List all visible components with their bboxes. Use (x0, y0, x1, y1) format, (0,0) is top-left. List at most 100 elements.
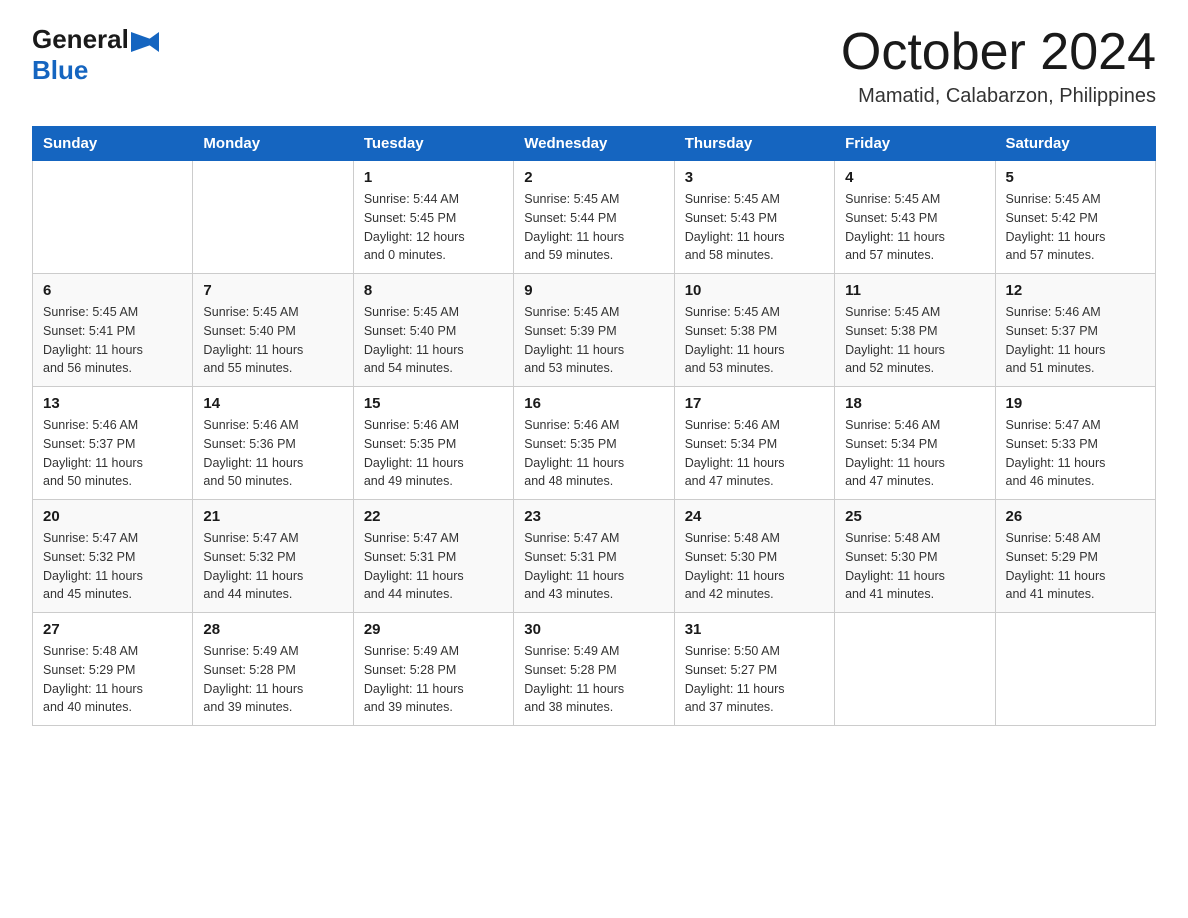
calendar-cell: 7Sunrise: 5:45 AM Sunset: 5:40 PM Daylig… (193, 274, 353, 387)
day-number: 11 (845, 282, 984, 299)
day-info: Sunrise: 5:47 AM Sunset: 5:32 PM Dayligh… (43, 529, 182, 604)
day-number: 1 (364, 169, 503, 186)
calendar-cell: 22 Sunrise: 5:47 AM Sunset: 5:31 PM Dayli… (353, 500, 513, 613)
day-info: Sunrise: 5:45 AM Sunset: 5:38 PM Dayligh… (845, 303, 984, 378)
day-info: Sunrise: 5:46 AM Sunset: 5:34 PM Dayligh… (685, 416, 824, 491)
logo-blue-text: Blue (32, 55, 88, 85)
calendar-cell: 16Sunrise: 5:46 AM Sunset: 5:35 PM Dayli… (514, 387, 674, 500)
calendar-cell (995, 613, 1155, 726)
calendar-cell (193, 161, 353, 274)
location-subtitle: Mamatid, Calabarzon, Philippines (841, 85, 1156, 108)
day-number: 29 (364, 621, 503, 638)
calendar-cell: 17 Sunrise: 5:46 AM Sunset: 5:34 PM Dayli… (674, 387, 834, 500)
calendar-cell: 8 Sunrise: 5:45 AM Sunset: 5:40 PM Daylig… (353, 274, 513, 387)
calendar-cell: 23Sunrise: 5:47 AM Sunset: 5:31 PM Dayli… (514, 500, 674, 613)
day-number: 15 (364, 395, 503, 412)
calendar-cell: 2 Sunrise: 5:45 AM Sunset: 5:44 PM Daylig… (514, 161, 674, 274)
calendar-week-row: 13 Sunrise: 5:46 AM Sunset: 5:37 PM Dayli… (33, 387, 1156, 500)
column-header-wednesday: Wednesday (514, 127, 674, 161)
day-info: Sunrise: 5:49 AM Sunset: 5:28 PM Dayligh… (524, 642, 663, 717)
day-number: 23 (524, 508, 663, 525)
day-info: Sunrise: 5:45 AM Sunset: 5:38 PM Dayligh… (685, 303, 824, 378)
day-number: 31 (685, 621, 824, 638)
day-info: Sunrise: 5:47 AM Sunset: 5:31 PM Dayligh… (364, 529, 503, 604)
day-info: Sunrise: 5:46 AM Sunset: 5:36 PM Dayligh… (203, 416, 342, 491)
day-number: 12 (1006, 282, 1145, 299)
logo-general-text: General (32, 24, 129, 55)
calendar-cell: 27 Sunrise: 5:48 AM Sunset: 5:29 PM Dayli… (33, 613, 193, 726)
calendar-header-row: SundayMondayTuesdayWednesdayThursdayFrid… (33, 127, 1156, 161)
day-number: 10 (685, 282, 824, 299)
day-info: Sunrise: 5:45 AM Sunset: 5:40 PM Dayligh… (203, 303, 342, 378)
day-number: 2 (524, 169, 663, 186)
day-number: 26 (1006, 508, 1145, 525)
title-block: October 2024 Mamatid, Calabarzon, Philip… (841, 24, 1156, 108)
calendar-week-row: 20 Sunrise: 5:47 AM Sunset: 5:32 PM Dayli… (33, 500, 1156, 613)
calendar-table: SundayMondayTuesdayWednesdayThursdayFrid… (32, 126, 1156, 726)
calendar-cell: 19 Sunrise: 5:47 AM Sunset: 5:33 PM Dayli… (995, 387, 1155, 500)
calendar-week-row: 1 Sunrise: 5:44 AM Sunset: 5:45 PM Daylig… (33, 161, 1156, 274)
month-title: October 2024 (841, 24, 1156, 81)
calendar-cell (33, 161, 193, 274)
day-info: Sunrise: 5:48 AM Sunset: 5:29 PM Dayligh… (1006, 529, 1145, 604)
day-info: Sunrise: 5:45 AM Sunset: 5:39 PM Dayligh… (524, 303, 663, 378)
day-info: Sunrise: 5:46 AM Sunset: 5:34 PM Dayligh… (845, 416, 984, 491)
day-number: 22 (364, 508, 503, 525)
calendar-cell: 12 Sunrise: 5:46 AM Sunset: 5:37 PM Dayli… (995, 274, 1155, 387)
day-number: 21 (203, 508, 342, 525)
day-number: 5 (1006, 169, 1145, 186)
column-header-saturday: Saturday (995, 127, 1155, 161)
calendar-cell: 28 Sunrise: 5:49 AM Sunset: 5:28 PM Dayli… (193, 613, 353, 726)
calendar-cell: 31Sunrise: 5:50 AM Sunset: 5:27 PM Dayli… (674, 613, 834, 726)
day-info: Sunrise: 5:45 AM Sunset: 5:42 PM Dayligh… (1006, 190, 1145, 265)
day-number: 24 (685, 508, 824, 525)
column-header-monday: Monday (193, 127, 353, 161)
column-header-friday: Friday (835, 127, 995, 161)
calendar-cell: 21 Sunrise: 5:47 AM Sunset: 5:32 PM Dayli… (193, 500, 353, 613)
calendar-cell: 14 Sunrise: 5:46 AM Sunset: 5:36 PM Dayli… (193, 387, 353, 500)
column-header-thursday: Thursday (674, 127, 834, 161)
calendar-cell: 3Sunrise: 5:45 AM Sunset: 5:43 PM Daylig… (674, 161, 834, 274)
day-info: Sunrise: 5:47 AM Sunset: 5:32 PM Dayligh… (203, 529, 342, 604)
calendar-cell (835, 613, 995, 726)
day-number: 6 (43, 282, 182, 299)
day-info: Sunrise: 5:45 AM Sunset: 5:40 PM Dayligh… (364, 303, 503, 378)
calendar-cell: 15 Sunrise: 5:46 AM Sunset: 5:35 PM Dayli… (353, 387, 513, 500)
day-info: Sunrise: 5:46 AM Sunset: 5:37 PM Dayligh… (43, 416, 182, 491)
day-info: Sunrise: 5:48 AM Sunset: 5:29 PM Dayligh… (43, 642, 182, 717)
calendar-cell: 13 Sunrise: 5:46 AM Sunset: 5:37 PM Dayli… (33, 387, 193, 500)
day-info: Sunrise: 5:45 AM Sunset: 5:43 PM Dayligh… (845, 190, 984, 265)
day-info: Sunrise: 5:47 AM Sunset: 5:33 PM Dayligh… (1006, 416, 1145, 491)
day-info: Sunrise: 5:46 AM Sunset: 5:35 PM Dayligh… (524, 416, 663, 491)
logo-flag-icon (131, 32, 159, 52)
day-info: Sunrise: 5:49 AM Sunset: 5:28 PM Dayligh… (203, 642, 342, 717)
day-number: 28 (203, 621, 342, 638)
day-number: 14 (203, 395, 342, 412)
day-number: 8 (364, 282, 503, 299)
calendar-cell: 5 Sunrise: 5:45 AM Sunset: 5:42 PM Daylig… (995, 161, 1155, 274)
day-info: Sunrise: 5:46 AM Sunset: 5:35 PM Dayligh… (364, 416, 503, 491)
calendar-cell: 30 Sunrise: 5:49 AM Sunset: 5:28 PM Dayli… (514, 613, 674, 726)
day-number: 20 (43, 508, 182, 525)
calendar-cell: 24Sunrise: 5:48 AM Sunset: 5:30 PM Dayli… (674, 500, 834, 613)
column-header-sunday: Sunday (33, 127, 193, 161)
day-number: 17 (685, 395, 824, 412)
calendar-week-row: 6Sunrise: 5:45 AM Sunset: 5:41 PM Daylig… (33, 274, 1156, 387)
calendar-cell: 11 Sunrise: 5:45 AM Sunset: 5:38 PM Dayli… (835, 274, 995, 387)
day-info: Sunrise: 5:44 AM Sunset: 5:45 PM Dayligh… (364, 190, 503, 265)
day-number: 3 (685, 169, 824, 186)
calendar-cell: 29Sunrise: 5:49 AM Sunset: 5:28 PM Dayli… (353, 613, 513, 726)
calendar-cell: 25Sunrise: 5:48 AM Sunset: 5:30 PM Dayli… (835, 500, 995, 613)
day-info: Sunrise: 5:46 AM Sunset: 5:37 PM Dayligh… (1006, 303, 1145, 378)
day-number: 27 (43, 621, 182, 638)
day-info: Sunrise: 5:45 AM Sunset: 5:44 PM Dayligh… (524, 190, 663, 265)
calendar-cell: 10 Sunrise: 5:45 AM Sunset: 5:38 PM Dayli… (674, 274, 834, 387)
calendar-cell: 6Sunrise: 5:45 AM Sunset: 5:41 PM Daylig… (33, 274, 193, 387)
day-info: Sunrise: 5:48 AM Sunset: 5:30 PM Dayligh… (845, 529, 984, 604)
calendar-cell: 18 Sunrise: 5:46 AM Sunset: 5:34 PM Dayli… (835, 387, 995, 500)
day-number: 18 (845, 395, 984, 412)
day-number: 30 (524, 621, 663, 638)
day-number: 13 (43, 395, 182, 412)
day-number: 19 (1006, 395, 1145, 412)
day-number: 4 (845, 169, 984, 186)
